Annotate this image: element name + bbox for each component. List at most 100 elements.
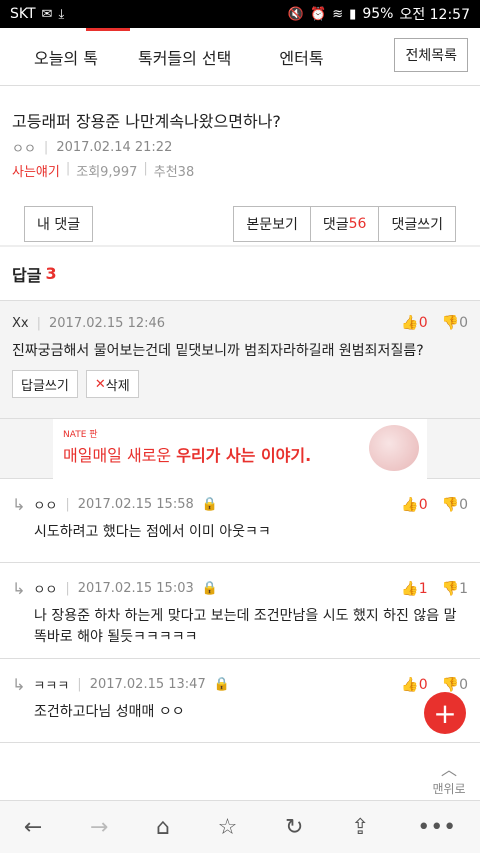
thumbs-up-icon: 👍 (401, 315, 419, 331)
upvote-button[interactable]: 👍1 (401, 581, 427, 597)
post-category[interactable]: 사는얘기 (12, 161, 60, 180)
comment-date: 2017.02.15 12:46 (49, 315, 166, 331)
downvote-button[interactable]: 👎1 (442, 581, 468, 597)
back-arrow-icon[interactable]: ← (24, 815, 42, 840)
post-author: ㅇㅇ (12, 142, 36, 157)
lock-icon[interactable]: 🔒 (202, 581, 218, 596)
upvote-button[interactable]: 👍0 (401, 315, 427, 331)
comments-count: 56 (348, 216, 367, 232)
battery-label: 95% (362, 6, 394, 22)
scroll-to-top-button[interactable]: ︿ 맨위로 (426, 756, 472, 797)
more-icon[interactable]: ••• (417, 815, 456, 840)
reply-arrow-icon: ↳ (12, 675, 26, 694)
lock-icon[interactable]: 🔒 (214, 677, 230, 692)
divider: | (143, 161, 148, 176)
reply-author: ㅇㅇ (33, 499, 58, 514)
reply-text: 나 장용준 하차 하는게 맞다고 보는데 조건만남을 시도 했지 하진 않음 말… (34, 608, 457, 645)
reply-list: ↳ ㅇㅇ | 2017.02.15 15:58 🔒 👍0 👎0 시도하려고 했다… (0, 479, 480, 743)
write-comment-button[interactable]: 댓글쓰기 (379, 206, 456, 242)
downvote-count: 1 (459, 580, 468, 597)
download-icon: ⤓ (58, 6, 65, 22)
tab-talker-choice[interactable]: 톡커들의 선택 (124, 45, 245, 69)
post-date: 2017.02.14 21:22 (56, 140, 173, 155)
comment-text: 진짜궁금해서 물어보는건데 밑댓보니까 범죄자라하길래 원범죄저질름? (12, 343, 424, 359)
mute-icon: 🔇 (287, 6, 305, 22)
forward-arrow-icon[interactable]: → (90, 815, 108, 840)
comments-label: 댓글 (322, 217, 349, 233)
list-item: ↳ ㅋㅋㅋ | 2017.02.15 13:47 🔒 👍0 👎0 조건하고다님 … (0, 659, 480, 743)
divider: | (77, 677, 82, 692)
chevron-up-icon: ︿ (440, 760, 457, 779)
post-recommends: 추천38 (153, 165, 195, 180)
ad-decoration-image (369, 424, 419, 471)
view-post-button[interactable]: 본문보기 (233, 206, 311, 242)
ad-text-a: 매일매일 새로운 (63, 445, 177, 465)
upvote-count: 0 (418, 496, 428, 513)
downvote-button[interactable]: 👎0 (442, 497, 468, 513)
downvote-button[interactable]: 👎0 (442, 677, 468, 693)
write-fab-button[interactable]: + (424, 692, 466, 734)
post-title[interactable]: 고등래퍼 장용준 나만계속나왔으면하나? (12, 108, 468, 132)
reply-header-count: 3 (45, 264, 57, 283)
home-icon[interactable]: ⌂ (156, 815, 170, 840)
downvote-button[interactable]: 👎0 (442, 315, 468, 331)
post-views: 조회9,997 (76, 165, 138, 180)
carrier-label: SKT (10, 6, 36, 22)
thumbs-up-icon: 👍 (401, 676, 419, 693)
signal-icon: ▮ (349, 6, 357, 22)
comment-author: Xx (12, 315, 29, 331)
ad-banner-area: NATE 판 매일매일 새로운 우리가 사는 이야기. (0, 418, 480, 479)
list-item: ↳ ㅇㅇ | 2017.02.15 15:58 🔒 👍0 👎0 시도하려고 했다… (0, 479, 480, 563)
thumbs-up-icon: 👍 (401, 580, 419, 597)
reply-text: 조건하고다님 성매매 ㅇㅇ (34, 704, 185, 720)
reply-author: ㅇㅇ (33, 583, 58, 598)
tab-entertainment[interactable]: 엔터톡 (265, 45, 337, 69)
divider: | (65, 497, 70, 512)
divider: | (36, 315, 41, 331)
reply-count-header: 답글 3 (0, 246, 480, 301)
reply-date: 2017.02.15 15:58 (77, 497, 194, 512)
ad-banner[interactable]: NATE 판 매일매일 새로운 우리가 사는 이야기. (53, 418, 427, 479)
upvote-button[interactable]: 👍0 (401, 497, 427, 513)
thumbs-down-icon: 👎 (441, 315, 460, 331)
reply-write-button[interactable]: 답글쓰기 (12, 370, 78, 398)
browser-bottom-nav: ← → ⌂ ☆ ↻ ⇪ ••• (0, 800, 480, 853)
thumbs-up-icon: 👍 (401, 496, 419, 513)
divider: | (65, 581, 70, 596)
downvote-count: 0 (459, 315, 468, 331)
top-tabs: 오늘의 톡 톡커들의 선택 엔터톡 전체목록 (0, 28, 480, 86)
lock-icon[interactable]: 🔒 (202, 497, 218, 512)
delete-button[interactable]: ✕ 삭제 (85, 370, 139, 398)
my-comments-button[interactable]: 내 댓글 (24, 206, 94, 242)
post-header: 고등래퍼 장용준 나만계속나왔으면하나? ㅇㅇ | 2017.02.14 21:… (0, 86, 480, 246)
reply-date: 2017.02.15 13:47 (89, 677, 206, 692)
divider: | (43, 140, 49, 155)
all-list-button[interactable]: 전체목록 (394, 38, 468, 72)
plus-icon: + (433, 696, 457, 730)
thumbs-down-icon: 👎 (441, 580, 460, 597)
parent-comment: Xx | 2017.02.15 12:46 👍0 👎0 진짜궁금해서 물어보는건… (0, 301, 480, 419)
status-bar: SKT ✉ ⤓ 🔇 ⏰ ≋ ▮ 95% 오전 12:57 (0, 0, 480, 28)
downvote-count: 0 (459, 496, 468, 513)
alarm-icon: ⏰ (310, 6, 327, 22)
message-icon: ✉ (41, 6, 53, 22)
divider: | (65, 161, 71, 176)
close-icon: ✕ (94, 376, 106, 392)
ad-brand: NATE 판 (63, 429, 98, 440)
refresh-icon[interactable]: ↻ (285, 815, 303, 840)
reply-author: ㅋㅋㅋ (33, 679, 70, 694)
upvote-button[interactable]: 👍0 (401, 677, 427, 693)
thumbs-down-icon: 👎 (441, 496, 460, 513)
list-item: ↳ ㅇㅇ | 2017.02.15 15:03 🔒 👍1 👎1 나 장용준 하차… (0, 563, 480, 659)
to-top-label: 맨위로 (432, 782, 466, 796)
bookmark-star-icon[interactable]: ☆ (218, 815, 238, 840)
tab-today[interactable]: 오늘의 톡 (20, 45, 112, 69)
comments-button[interactable]: 댓글 56 (310, 206, 380, 242)
upvote-count: 1 (418, 580, 428, 597)
ad-text-b: 우리가 사는 이야기. (176, 445, 312, 465)
thumbs-down-icon: 👎 (441, 676, 460, 693)
upvote-count: 0 (418, 315, 428, 331)
upvote-count: 0 (418, 676, 428, 693)
wifi-icon: ≋ (332, 6, 344, 22)
share-icon[interactable]: ⇪ (351, 815, 369, 840)
